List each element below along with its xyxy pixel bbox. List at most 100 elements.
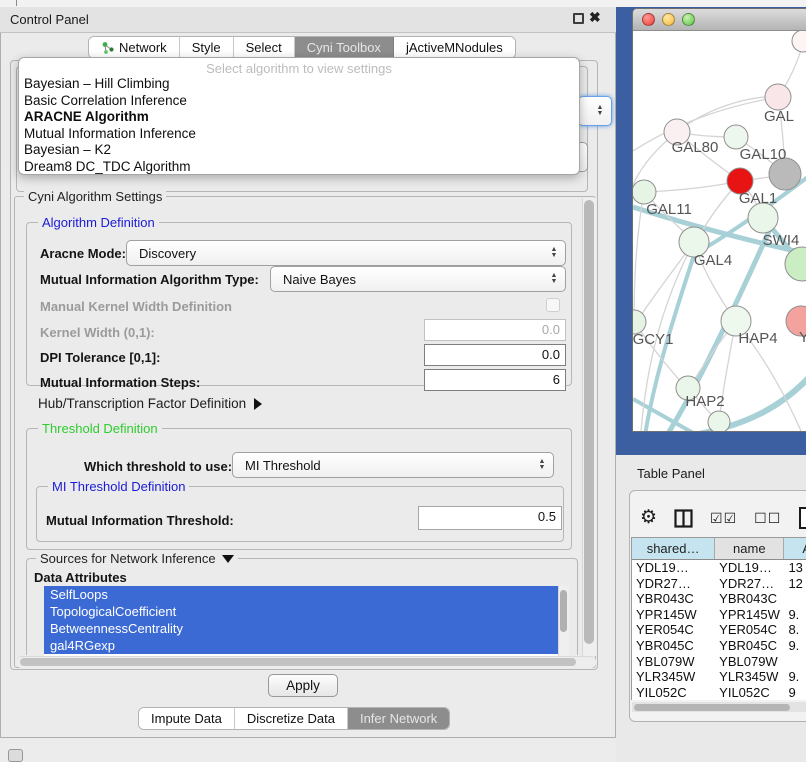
table-cell: YER054C <box>715 622 784 638</box>
minimized-panel-icon[interactable] <box>8 749 23 762</box>
table-hscrollbar-thumb[interactable] <box>634 704 790 711</box>
tab-discretize-data[interactable]: Discretize Data <box>235 708 348 729</box>
close-traffic-light-icon[interactable] <box>642 13 655 26</box>
dpi-tolerance-field[interactable]: 0.0 <box>424 344 566 366</box>
network-node[interactable] <box>765 84 791 110</box>
table-cell: YBL079W <box>715 654 784 670</box>
table-cell: 9. <box>784 638 806 654</box>
network-icon <box>101 41 115 55</box>
threshold-definition-title: Threshold Definition <box>38 421 162 436</box>
mi-threshold-label: Mutual Information Threshold: <box>46 513 234 528</box>
attributes-scrollbar-thumb[interactable] <box>560 590 567 632</box>
table-row[interactable]: YPR145WYPR145W9. <box>632 607 806 623</box>
node-label: SWI4 <box>763 232 800 249</box>
which-threshold-combo[interactable]: MI Threshold ▲▼ <box>232 452 554 478</box>
control-panel-tabs: Network Style Select Cyni Toolbox jActiv… <box>88 36 516 59</box>
tab-infer-network-label: Infer Network <box>360 711 437 726</box>
settings-hscrollbar-thumb[interactable] <box>20 658 576 666</box>
kernel-width-field[interactable]: 0.0 <box>424 319 566 341</box>
table-cell: YER054C <box>632 622 715 638</box>
tab-cyni-toolbox[interactable]: Cyni Toolbox <box>295 37 394 58</box>
close-icon[interactable]: ✖ <box>589 9 601 26</box>
table-cell: 9 <box>784 685 806 701</box>
algorithm-option[interactable]: ARACNE Algorithm <box>19 109 579 126</box>
application-root: Control Panel ✖ Network Style Select Cyn… <box>0 0 806 762</box>
table-row[interactable]: YBR045CYBR045C9. <box>632 638 806 654</box>
tab-style[interactable]: Style <box>180 37 234 58</box>
mi-threshold-field[interactable]: 0.5 <box>418 506 562 530</box>
tab-infer-network[interactable]: Infer Network <box>348 708 449 729</box>
zoom-traffic-light-icon[interactable] <box>682 13 695 26</box>
column-header[interactable]: name <box>715 538 784 559</box>
attribute-list-item[interactable]: TopologicalCoefficient <box>44 603 558 620</box>
attribute-list-item[interactable]: gal4RGexp <box>44 637 558 654</box>
algorithm-option[interactable]: Bayesian – Hill Climbing <box>19 76 579 93</box>
which-threshold-label: Which threshold to use: <box>84 459 232 474</box>
table-cell: 9. <box>784 669 806 685</box>
mi-type-combo[interactable]: Naive Bayes ▲▼ <box>270 266 566 292</box>
table-row[interactable]: YLR345WYLR345W9. <box>632 669 806 685</box>
data-attributes-list[interactable]: SelfLoopsTopologicalCoefficientBetweenne… <box>44 586 558 656</box>
table-cell: YBL079W <box>632 654 715 670</box>
tab-select[interactable]: Select <box>234 37 295 58</box>
deselect-checkboxes-icon[interactable]: ☐☐ <box>754 510 781 527</box>
kernel-width-label: Kernel Width (0,1): <box>40 325 155 340</box>
algorithm-option[interactable]: Basic Correlation Inference <box>19 93 579 110</box>
algorithm-combo[interactable]: ▲▼ <box>578 96 612 126</box>
mi-type-label: Mutual Information Algorithm Type: <box>40 272 259 287</box>
table-row[interactable]: YBR043CYBR043C <box>632 591 806 607</box>
tab-jactivemnodules-label: jActiveMNodules <box>406 40 503 55</box>
node-label: GAL4 <box>694 252 732 269</box>
table-cell: YLR345W <box>632 669 715 685</box>
manual-kernel-checkbox[interactable] <box>546 298 560 312</box>
table-row[interactable]: YDR27…YDR27…12 <box>632 576 806 592</box>
mi-steps-label: Mutual Information Steps: <box>40 375 200 390</box>
select-all-checkboxes-icon[interactable]: ☑☑ <box>710 510 737 527</box>
dropdown-items: Bayesian – Hill ClimbingBasic Correlatio… <box>19 76 579 175</box>
hub-definition-expander[interactable]: Hub/Transcription Factor Definition <box>38 396 262 411</box>
attribute-list-item[interactable]: SelfLoops <box>44 586 558 603</box>
settings-scrollbar-thumb[interactable] <box>584 200 594 644</box>
table-row[interactable]: YIL052CYIL052C9 <box>632 685 806 701</box>
node-label: GAL10 <box>740 146 787 163</box>
network-node[interactable] <box>708 411 730 432</box>
column-header[interactable]: A <box>784 538 806 559</box>
node-label: GAL80 <box>672 139 719 156</box>
algorithm-option[interactable]: Bayesian – K2 <box>19 142 579 159</box>
table-cell: 9. <box>784 607 806 623</box>
minimize-traffic-light-icon[interactable] <box>662 13 675 26</box>
apply-button[interactable]: Apply <box>268 674 338 697</box>
network-node[interactable] <box>792 31 806 52</box>
float-window-icon[interactable] <box>573 13 584 24</box>
table-body: YDL19…YDL19…13YDR27…YDR27…12YBR043CYBR04… <box>632 560 806 700</box>
tab-network[interactable]: Network <box>89 37 180 58</box>
tab-impute-data-label: Impute Data <box>151 711 222 726</box>
network-edge[interactable] <box>677 97 778 132</box>
aracne-mode-combo[interactable]: Discovery ▲▼ <box>126 240 566 266</box>
sources-group-title[interactable]: Sources for Network Inference <box>36 551 238 566</box>
table-row[interactable]: YER054CYER054C8. <box>632 622 806 638</box>
network-edge[interactable] <box>644 181 740 192</box>
table-row[interactable]: YDL19…YDL19…13 <box>632 560 806 576</box>
algorithm-option[interactable]: Mutual Information Inference <box>19 126 579 143</box>
attribute-list-item[interactable]: BetweennessCentrality <box>44 620 558 637</box>
table-cell <box>784 654 806 670</box>
network-node[interactable] <box>785 247 806 281</box>
network-canvas[interactable]: GALGAL80GAL10GAL11GAL1SWI4GAL4GCY1HAP4YH… <box>633 31 806 432</box>
dropdown-placeholder: Select algorithm to view settings <box>19 58 579 76</box>
combo-stepper-icon: ▲▼ <box>594 97 606 125</box>
gear-icon[interactable]: ⚙ <box>640 508 657 528</box>
table-row[interactable]: YBL079WYBL079W <box>632 654 806 670</box>
algorithm-option[interactable]: Dream8 DC_TDC Algorithm <box>19 159 579 176</box>
column-header[interactable]: shared… <box>632 538 715 559</box>
table-cell <box>784 591 806 607</box>
tab-jactivemnodules[interactable]: jActiveMNodules <box>394 37 515 58</box>
mi-steps-field[interactable]: 6 <box>424 369 566 391</box>
network-window-titlebar <box>633 9 806 31</box>
aracne-mode-label: Aracne Mode: <box>40 246 126 261</box>
network-node[interactable] <box>748 203 778 233</box>
tab-impute-data[interactable]: Impute Data <box>139 708 235 729</box>
document-icon[interactable] <box>798 507 806 529</box>
table-cell: YBR045C <box>715 638 784 654</box>
split-columns-icon[interactable] <box>674 509 693 528</box>
